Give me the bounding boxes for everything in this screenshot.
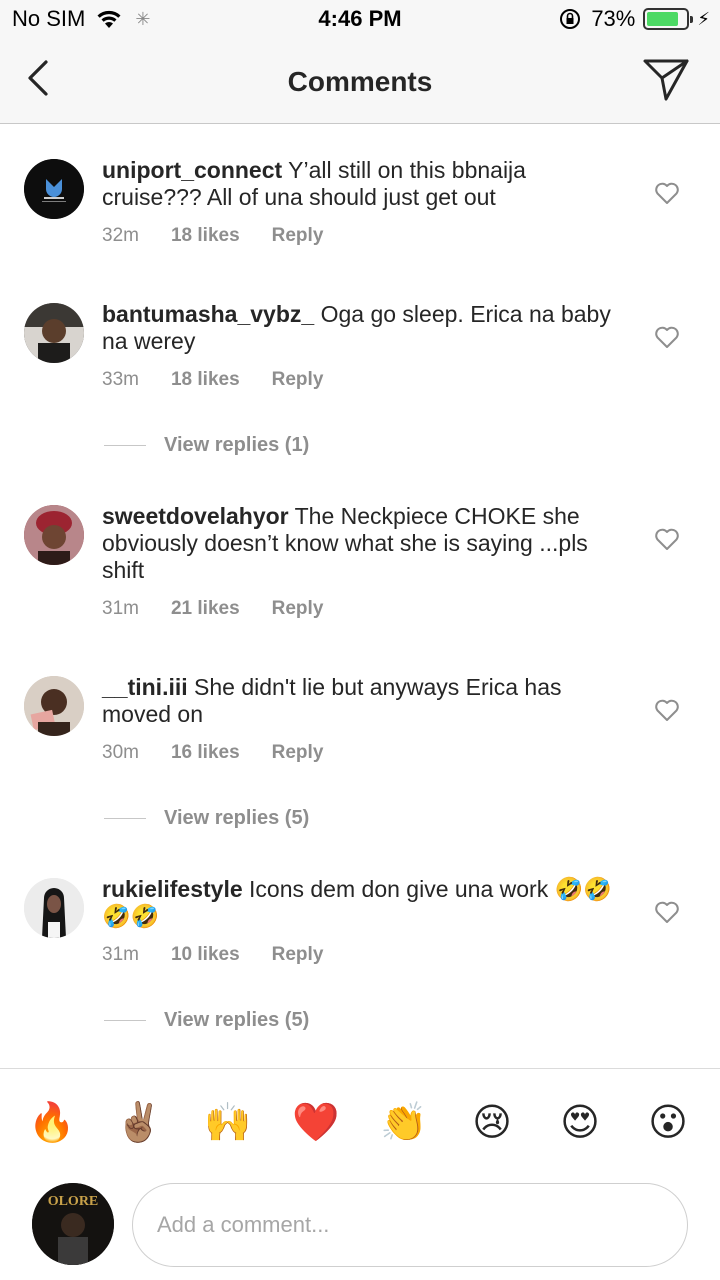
heart-icon[interactable] [654,900,680,924]
nav-bar: Comments [0,40,720,124]
comment-composer: 🔥 ✌🏽 🙌 ❤️ 👏 😢 😍 😮 OLORE [0,1068,720,1280]
avatar-olore-text: OLORE [48,1194,99,1209]
divider-line [104,818,146,819]
avatar[interactable] [24,676,84,736]
avatar[interactable] [24,159,84,219]
comment-likes[interactable]: 16 likes [171,742,240,764]
comment-text-block: uniport_connect Y’all still on this bbna… [102,157,622,211]
heart-icon[interactable] [654,698,680,722]
reply-button[interactable]: Reply [272,225,324,247]
comment-meta: 30m 16 likes Reply [102,742,355,764]
comment-text-block: __tini.iii She didn't lie but anyways Er… [102,674,622,728]
my-avatar[interactable]: OLORE [32,1183,114,1265]
divider-line [104,1020,146,1021]
status-bar: No SIM ✳ 4:46 PM 73% ⚡ [0,0,720,40]
comment-likes[interactable]: 21 likes [171,598,240,620]
comment-text-block: rukielifestyle Icons dem don give una wo… [102,876,622,930]
profile-photo [24,303,84,363]
comment-time: 33m [102,369,139,390]
surprised-face-emoji-button[interactable]: 😮 [642,1097,694,1149]
view-replies-button[interactable]: View replies (5) [104,1009,309,1032]
avatar[interactable] [24,878,84,938]
comment-text-block: bantumasha_vybz_ Oga go sleep. Erica na … [102,301,622,355]
view-replies-button[interactable]: View replies (1) [104,434,309,457]
red-heart-emoji-button[interactable]: ❤️ [290,1097,342,1149]
comment-time: 31m [102,944,139,965]
raised-hands-emoji-button[interactable]: 🙌 [202,1097,254,1149]
avatar-artwork: OLORE [32,1183,114,1265]
battery-percent: 73% [591,6,636,31]
comment-meta: 33m 18 likes Reply [102,369,355,391]
uniport-logo-icon [24,159,84,219]
comment-likes[interactable]: 18 likes [171,369,240,391]
crying-face-emoji-button[interactable]: 😢 [466,1097,518,1149]
charging-bolt-icon: ⚡ [697,8,710,29]
comment-username[interactable]: uniport_connect [102,157,282,183]
comment-likes[interactable]: 10 likes [171,944,240,966]
view-replies-label[interactable]: View replies (5) [164,1009,309,1032]
avatar[interactable] [24,505,84,565]
comment-username[interactable]: sweetdovelahyor [102,503,289,529]
view-replies-label[interactable]: View replies (5) [164,807,309,830]
reply-button[interactable]: Reply [272,944,324,966]
comment-meta: 32m 18 likes Reply [102,225,355,247]
status-right: 73% ⚡ [559,6,710,32]
reply-button[interactable]: Reply [272,369,324,391]
heart-icon[interactable] [654,181,680,205]
profile-photo [24,878,84,938]
heart-icon[interactable] [654,325,680,349]
comment-time: 32m [102,225,139,246]
comment-time: 31m [102,598,139,619]
heart-icon[interactable] [654,527,680,551]
fire-emoji-button[interactable]: 🔥 [26,1097,78,1149]
page-title: Comments [287,66,433,97]
comment-meta: 31m 21 likes Reply [102,598,355,620]
profile-photo [24,676,84,736]
reply-button[interactable]: Reply [272,598,324,620]
paper-plane-icon[interactable] [642,56,690,102]
profile-photo [24,505,84,565]
orientation-lock-icon [560,9,581,29]
view-replies-button[interactable]: View replies (5) [104,807,309,830]
comment-username[interactable]: __tini.iii [102,674,188,700]
comment-username[interactable]: bantumasha_vybz_ [102,301,314,327]
heart-eyes-emoji-button[interactable]: 😍 [554,1097,606,1149]
quick-reactions-bar: 🔥 ✌🏽 🙌 ❤️ 👏 😢 😍 😮 [0,1097,720,1149]
comment-meta: 31m 10 likes Reply [102,944,355,966]
battery-icon [643,8,694,30]
comment-input[interactable] [132,1183,688,1267]
comment-text-block: sweetdovelahyor The Neckpiece CHOKE she … [102,503,622,584]
reply-button[interactable]: Reply [272,742,324,764]
divider-line [104,445,146,446]
view-replies-label[interactable]: View replies (1) [164,434,309,457]
comment-likes[interactable]: 18 likes [171,225,240,247]
avatar[interactable] [24,303,84,363]
comment-time: 30m [102,742,139,763]
clapping-hands-emoji-button[interactable]: 👏 [378,1097,430,1149]
comment-username[interactable]: rukielifestyle [102,876,243,902]
victory-hand-emoji-button[interactable]: ✌🏽 [113,1097,165,1149]
